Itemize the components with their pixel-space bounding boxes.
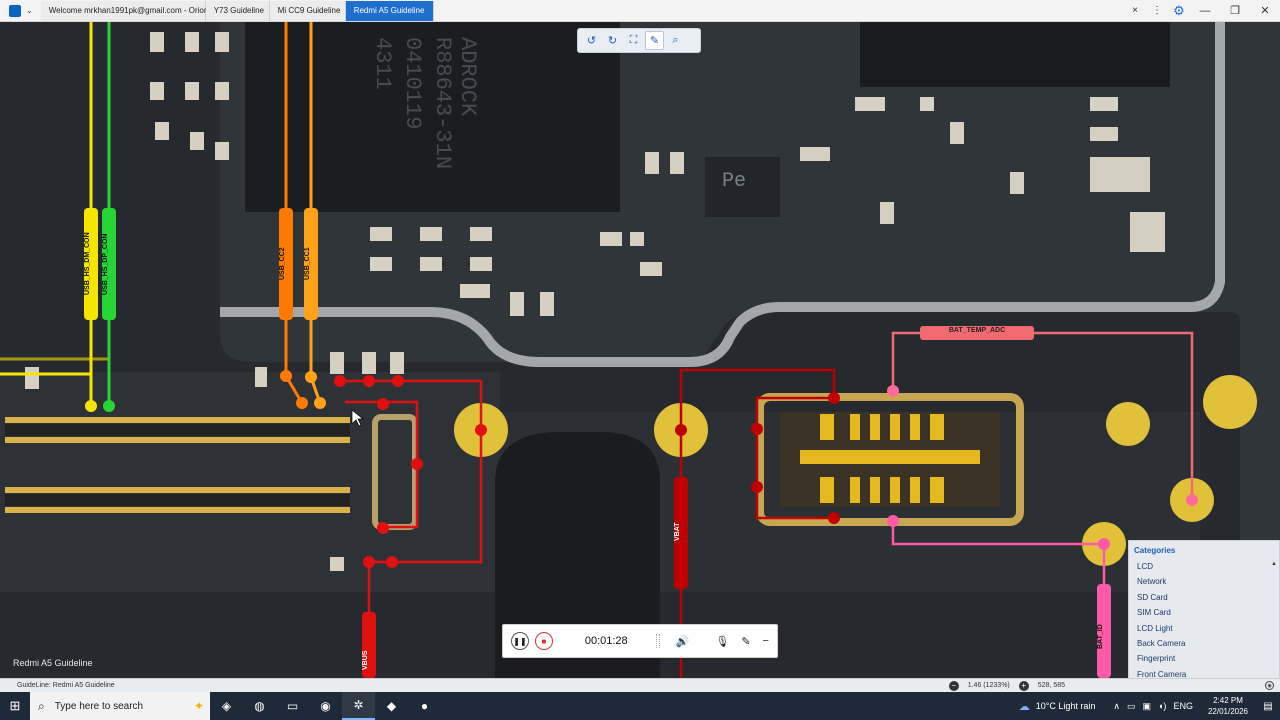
drag-handle[interactable] [655, 634, 660, 648]
taskbar-search[interactable]: ⌕ Type here to search ✦ [30, 692, 210, 720]
category-back-camera[interactable]: Back Camera [1129, 636, 1279, 651]
category-sim-card[interactable]: SIM Card [1129, 605, 1279, 620]
net-label-usb-cc1[interactable]: USB_CC1 [304, 212, 318, 316]
system-tray: ☁ 10°C Light rain ∧ ▭ ▣ ◖) ENG 2:42 PM 2… [1019, 695, 1280, 717]
net-label-usb-hs-dp[interactable]: USB_HS_DP_CON [102, 212, 116, 316]
tab-y73-guideline[interactable]: Y73 Guideline [205, 0, 270, 21]
search-placeholder: Type here to search [54, 700, 144, 712]
edge-browser-icon[interactable]: ◍ [243, 692, 276, 720]
pen-icon[interactable]: ✎ [741, 635, 750, 648]
app-icon[interactable] [4, 0, 26, 22]
clock-date: 22/01/2026 [1207, 707, 1248, 716]
windows-start-icon[interactable]: ⊞ [0, 692, 30, 720]
category-sd-card[interactable]: SD Card [1129, 590, 1279, 605]
scroll-up-icon[interactable]: ▲ [1271, 561, 1277, 567]
copilot-icon[interactable]: ◈ [210, 692, 243, 720]
battery-icon[interactable]: ▭ [1127, 701, 1136, 712]
chrome-icon[interactable]: ◉ [309, 692, 342, 720]
gear-icon[interactable]: ⚙ [1168, 0, 1190, 22]
rotate-left-icon[interactable]: ↺ [582, 31, 601, 50]
stop-button[interactable]: ■ [534, 632, 553, 650]
net-label-usb-cc2[interactable]: USB_CC2 [279, 212, 293, 316]
net-label-bat-id[interactable]: BAT_ID [1097, 612, 1111, 662]
net-label-vbus[interactable]: VBUS [362, 642, 376, 678]
windows-taskbar: ⊞ ⌕ Type here to search ✦ ◈ ◍ ▭ ◉ ✲ ◆ ● … [0, 692, 1280, 720]
clock[interactable]: 2:42 PM 22/01/2026 [1208, 695, 1248, 717]
chip-marking-1: ADROCK [455, 37, 480, 117]
pcb-image [0, 22, 1280, 678]
notification-icon[interactable]: ▤ [1256, 701, 1280, 712]
zoom-icon[interactable]: ⌕ [666, 31, 685, 50]
file-explorer-icon[interactable]: ▭ [276, 692, 309, 720]
close-window-button[interactable]: ✕ [1250, 0, 1280, 22]
language-indicator[interactable]: ENG [1173, 701, 1193, 711]
category-lcd-light[interactable]: LCD Light [1129, 621, 1279, 636]
pause-button[interactable]: ❚❚ [511, 632, 529, 650]
categories-panel: Categories ▲ LCD Network SD Card SIM Car… [1128, 540, 1280, 678]
app-icon-blue[interactable]: ◆ [375, 692, 408, 720]
chevron-up-icon[interactable]: ∧ [1113, 701, 1120, 712]
speaker-icon[interactable]: 🔊 [676, 635, 690, 648]
recorder-app-icon[interactable]: ● [408, 692, 441, 720]
rotate-right-icon[interactable]: ↻ [603, 31, 622, 50]
search-icon: ⌕ [38, 698, 45, 713]
status-settings-icon[interactable]: ◉ [1265, 681, 1274, 690]
orion-app-icon[interactable]: ✲ [342, 692, 375, 720]
cursor-coordinates: 528, 585 [1037, 682, 1065, 689]
minimize-button[interactable]: — [1190, 0, 1220, 22]
net-label-vbat[interactable]: VBAT [674, 502, 688, 562]
network-icon[interactable]: ▣ [1142, 701, 1151, 712]
tab-redmi-a5-guideline[interactable]: Redmi A5 Guideline [345, 0, 434, 21]
status-bar: GuideLine: Redmi A5 Guideline − 1.46 (12… [0, 678, 1280, 692]
pen-icon[interactable]: ✎ [645, 31, 664, 50]
net-label-bat-temp-adc[interactable]: BAT_TEMP_ADC [920, 327, 1034, 334]
view-toolbar: ↺ ↻ ⛶ ✎ ⌕ [577, 28, 701, 53]
chip-marking-4: 4311 [370, 37, 395, 90]
categories-title: Categories [1134, 546, 1176, 555]
app-menu-chevron-icon[interactable]: ⌄ [26, 6, 33, 15]
mic-muted-icon[interactable]: 🎙 [715, 635, 729, 648]
restore-button[interactable]: ❐ [1220, 0, 1250, 22]
weather-text: 10°C Light rain [1035, 701, 1096, 711]
category-fingerprint[interactable]: Fingerprint [1129, 651, 1279, 666]
close-tab-icon[interactable]: × [1124, 0, 1146, 22]
category-network[interactable]: Network [1129, 574, 1279, 589]
screen-recorder-bar: ❚❚ ■ 00:01:28 🔊 🎙 ✎ − [502, 624, 778, 658]
clock-time: 2:42 PM [1213, 696, 1243, 705]
title-bar: ⌄ Welcome mrkhan1991pk@gmail.com - Orion… [0, 0, 1280, 22]
net-label-usb-hs-dm[interactable]: USB_HS_DM_CON [84, 212, 98, 316]
zoom-out-button[interactable]: − [948, 680, 959, 691]
more-menu-icon[interactable]: ⋮ [1146, 0, 1168, 22]
rain-cloud-icon: ☁ [1018, 700, 1030, 713]
board-viewer[interactable]: USB_HS_DM_CON USB_HS_DP_CON USB_CC2 USB_… [0, 22, 1280, 678]
minimize-recorder-icon[interactable]: − [763, 635, 769, 647]
recording-timer: 00:01:28 [584, 635, 628, 647]
zoom-in-button[interactable]: + [1018, 680, 1029, 691]
category-front-camera[interactable]: Front Camera [1129, 667, 1279, 678]
chip-marking-3: 0410119 [400, 37, 425, 130]
board-name-label: Redmi A5 Guideline [13, 658, 93, 668]
tab-mi-cc9-guideline[interactable]: Mi CC9 Guideline [269, 0, 346, 21]
volume-icon[interactable]: ◖) [1158, 701, 1166, 711]
chip-marking-2: R88643-31N [430, 37, 455, 170]
pe-chip-marking: Pe [722, 170, 747, 193]
fit-screen-icon[interactable]: ⛶ [624, 31, 643, 50]
guideline-status: GuideLine: Redmi A5 Guideline [17, 682, 115, 689]
copilot-sparkle-icon: ✦ [193, 699, 204, 713]
zoom-level: 1.46 (1233%) [967, 682, 1010, 689]
weather-widget[interactable]: ☁ 10°C Light rain [1019, 700, 1096, 713]
tab-orion-welcome[interactable]: Welcome mrkhan1991pk@gmail.com - Orion [40, 0, 208, 21]
category-lcd[interactable]: LCD [1129, 559, 1279, 574]
